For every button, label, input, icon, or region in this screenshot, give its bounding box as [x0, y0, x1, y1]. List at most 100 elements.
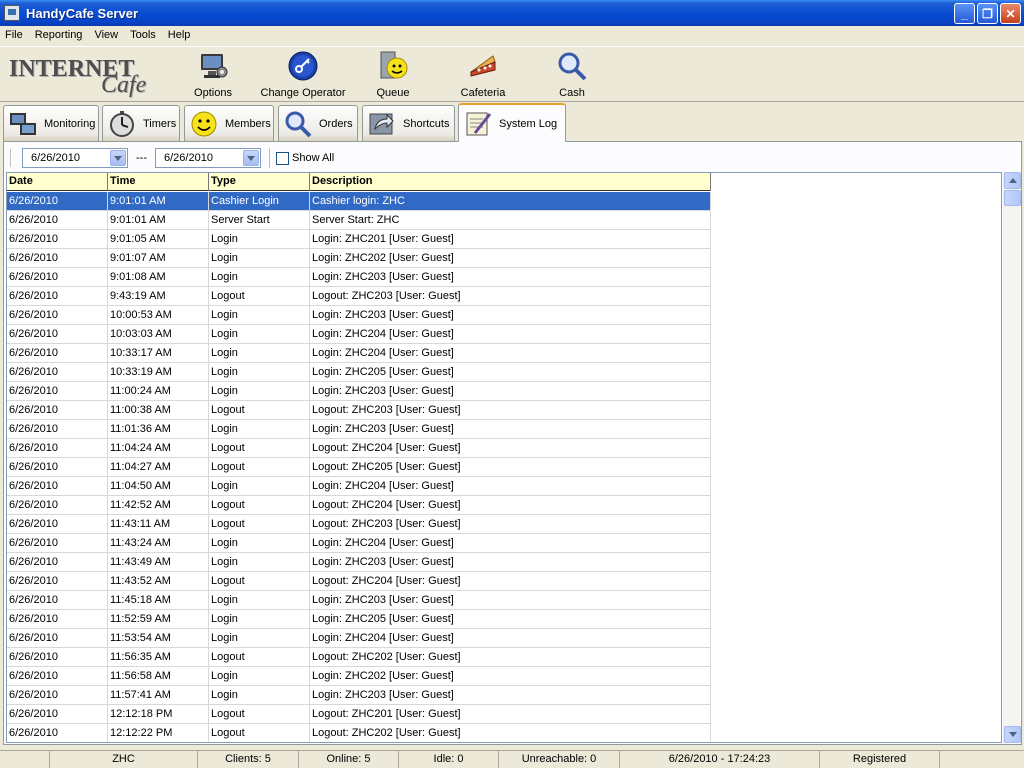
- cell-date: 6/26/2010: [7, 211, 108, 229]
- table-row[interactable]: 6/26/2010 11:57:41 AM Login Login: ZHC203 […: [7, 686, 711, 705]
- close-button[interactable]: ✕: [1000, 3, 1021, 24]
- cell-type: Login: [209, 268, 310, 286]
- table-row[interactable]: 6/26/2010 12:12:22 PM Logout Logout: ZHC202…: [7, 724, 711, 742]
- table-row[interactable]: 6/26/2010 11:01:36 AM Login Login: ZHC203 […: [7, 420, 711, 439]
- cash-button[interactable]: Cash: [552, 49, 592, 101]
- tab-members[interactable]: Members: [184, 105, 274, 141]
- table-row[interactable]: 6/26/2010 9:01:08 AM Login Login: ZHC203 [U…: [7, 268, 711, 287]
- chevron-down-icon[interactable]: [243, 150, 259, 166]
- cell-description: Logout: ZHC204 [User: Guest]: [310, 439, 711, 457]
- cell-description: Login: ZHC202 [User: Guest]: [310, 667, 711, 685]
- options-button[interactable]: Options: [190, 49, 236, 101]
- table-row[interactable]: 6/26/2010 9:01:05 AM Login Login: ZHC201 [U…: [7, 230, 711, 249]
- table-row[interactable]: 6/26/2010 10:33:19 AM Login Login: ZHC205 […: [7, 363, 711, 382]
- table-row[interactable]: 6/26/2010 11:04:27 AM Logout Logout: ZHC205…: [7, 458, 711, 477]
- internet-cafe-logo: INTERNET Cafe: [5, 52, 165, 100]
- tab-strip: Monitoring Timers Members Orders Shortcu…: [0, 103, 1024, 142]
- cell-type: Logout: [209, 439, 310, 457]
- table-row[interactable]: 6/26/2010 11:42:52 AM Logout Logout: ZHC204…: [7, 496, 711, 515]
- scroll-up-button[interactable]: [1004, 172, 1021, 189]
- table-row[interactable]: 6/26/2010 11:00:38 AM Logout Logout: ZHC203…: [7, 401, 711, 420]
- cell-type: Logout: [209, 648, 310, 666]
- cafeteria-button[interactable]: Cafeteria: [456, 49, 510, 101]
- table-row[interactable]: 6/26/2010 11:43:52 AM Logout Logout: ZHC204…: [7, 572, 711, 591]
- menu-tools[interactable]: Tools: [124, 26, 162, 45]
- cell-type: Logout: [209, 458, 310, 476]
- cell-type: Server Start: [209, 211, 310, 229]
- cell-type: Login: [209, 591, 310, 609]
- table-row[interactable]: 6/26/2010 11:43:49 AM Login Login: ZHC203 […: [7, 553, 711, 572]
- cell-type: Logout: [209, 705, 310, 723]
- table-row[interactable]: 6/26/2010 11:56:35 AM Logout Logout: ZHC202…: [7, 648, 711, 667]
- table-row[interactable]: 6/26/2010 11:43:11 AM Logout Logout: ZHC203…: [7, 515, 711, 534]
- system-log-panel: 6/26/2010 --- 6/26/2010 Show All Date Ti…: [3, 141, 1022, 745]
- table-row[interactable]: 6/26/2010 12:12:18 PM Logout Logout: ZHC201…: [7, 705, 711, 724]
- tab-shortcuts[interactable]: Shortcuts: [362, 105, 455, 141]
- cell-description: Login: ZHC205 [User: Guest]: [310, 610, 711, 628]
- table-row[interactable]: 6/26/2010 11:52:59 AM Login Login: ZHC205 […: [7, 610, 711, 629]
- chevron-down-icon[interactable]: [110, 150, 126, 166]
- menu-view[interactable]: View: [88, 26, 124, 45]
- system-log-table[interactable]: Date Time Type Description 6/26/2010 9:01…: [6, 172, 1002, 743]
- cell-type: Login: [209, 629, 310, 647]
- table-row[interactable]: 6/26/2010 9:01:01 AM Cashier Login Cashier …: [7, 192, 711, 211]
- cell-type: Login: [209, 306, 310, 324]
- table-row[interactable]: 6/26/2010 11:45:18 AM Login Login: ZHC203 […: [7, 591, 711, 610]
- title-bar[interactable]: HandyCafe Server _ ❐ ✕: [0, 0, 1024, 26]
- show-all-label: Show All: [292, 152, 335, 164]
- table-row[interactable]: 6/26/2010 11:04:24 AM Logout Logout: ZHC204…: [7, 439, 711, 458]
- tab-timers[interactable]: Timers: [102, 105, 180, 141]
- table-row[interactable]: 6/26/2010 9:01:07 AM Login Login: ZHC202 [U…: [7, 249, 711, 268]
- table-row[interactable]: 6/26/2010 11:53:54 AM Login Login: ZHC204 […: [7, 629, 711, 648]
- cell-type: Login: [209, 344, 310, 362]
- cell-type: Logout: [209, 496, 310, 514]
- show-all-option[interactable]: Show All: [269, 148, 334, 168]
- tab-orders[interactable]: Orders: [278, 105, 358, 141]
- show-all-checkbox[interactable]: [276, 151, 289, 165]
- tab-system-log[interactable]: System Log: [458, 103, 566, 142]
- cell-type: Login: [209, 610, 310, 628]
- cell-time: 11:43:49 AM: [108, 553, 209, 571]
- queue-button[interactable]: Queue: [372, 49, 414, 101]
- table-row[interactable]: 6/26/2010 10:33:17 AM Login Login: ZHC204 […: [7, 344, 711, 363]
- change-operator-button[interactable]: Change Operator: [259, 49, 347, 101]
- cell-time: 9:01:07 AM: [108, 249, 209, 267]
- table-row[interactable]: 6/26/2010 10:03:03 AM Login Login: ZHC204 […: [7, 325, 711, 344]
- table-row[interactable]: 6/26/2010 11:43:24 AM Login Login: ZHC204 […: [7, 534, 711, 553]
- search-icon: [283, 109, 313, 139]
- date-to-picker[interactable]: 6/26/2010: [155, 148, 261, 168]
- menu-file[interactable]: File: [0, 26, 29, 45]
- monitoring-icon: [8, 109, 38, 139]
- table-row[interactable]: 6/26/2010 11:04:50 AM Login Login: ZHC204 […: [7, 477, 711, 496]
- table-row[interactable]: 6/26/2010 11:00:24 AM Login Login: ZHC203 […: [7, 382, 711, 401]
- cell-type: Login: [209, 686, 310, 704]
- column-header-description[interactable]: Description: [310, 173, 711, 191]
- tab-monitoring[interactable]: Monitoring: [3, 105, 99, 141]
- status-idle: Idle: 0: [399, 751, 499, 768]
- maximize-button[interactable]: ❐: [977, 3, 998, 24]
- column-header-type[interactable]: Type: [209, 173, 310, 191]
- vertical-scrollbar[interactable]: [1003, 172, 1021, 743]
- table-row[interactable]: 6/26/2010 9:43:19 AM Logout Logout: ZHC203 …: [7, 287, 711, 306]
- cell-date: 6/26/2010: [7, 515, 108, 533]
- table-row[interactable]: 6/26/2010 10:00:53 AM Login Login: ZHC203 […: [7, 306, 711, 325]
- app-icon[interactable]: [4, 5, 20, 21]
- date-from-picker[interactable]: 6/26/2010: [22, 148, 128, 168]
- cell-time: 11:56:35 AM: [108, 648, 209, 666]
- scroll-thumb[interactable]: [1004, 190, 1021, 206]
- minimize-button[interactable]: _: [954, 3, 975, 24]
- cell-description: Logout: ZHC205 [User: Guest]: [310, 458, 711, 476]
- column-header-time[interactable]: Time: [108, 173, 209, 191]
- scroll-down-button[interactable]: [1004, 726, 1021, 743]
- toolbar-grip[interactable]: [10, 149, 12, 167]
- date-to-value: 6/26/2010: [164, 152, 213, 164]
- menu-help[interactable]: Help: [162, 26, 197, 45]
- column-header-date[interactable]: Date: [7, 173, 108, 191]
- menu-reporting[interactable]: Reporting: [29, 26, 89, 45]
- table-row[interactable]: 6/26/2010 9:01:01 AM Server Start Server St…: [7, 211, 711, 230]
- cell-description: Login: ZHC204 [User: Guest]: [310, 477, 711, 495]
- cell-date: 6/26/2010: [7, 686, 108, 704]
- cell-time: 11:00:24 AM: [108, 382, 209, 400]
- table-row[interactable]: 6/26/2010 11:56:58 AM Login Login: ZHC202 […: [7, 667, 711, 686]
- cell-time: 11:01:36 AM: [108, 420, 209, 438]
